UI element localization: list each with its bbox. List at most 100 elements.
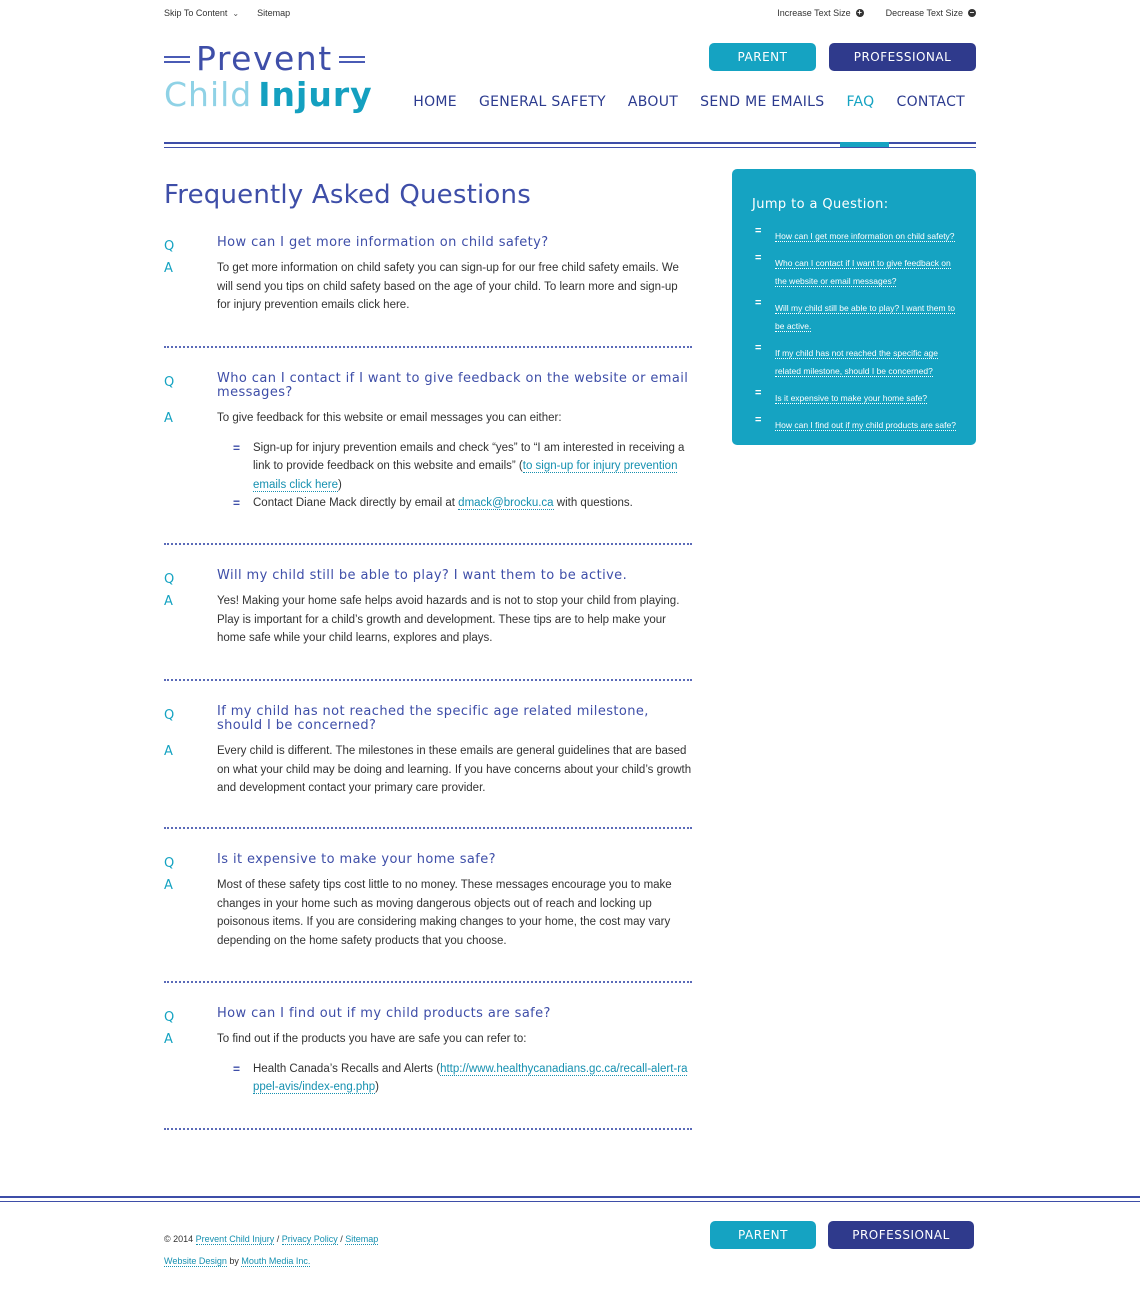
bullet-icon: = <box>755 297 762 309</box>
active-nav-indicator <box>840 142 889 147</box>
question-marker: Q <box>164 708 175 723</box>
site-name-link[interactable]: Prevent Child Injury <box>195 1234 275 1245</box>
faq-answer-row: A Yes! Making your home safe helps avoid… <box>164 592 692 648</box>
faq-question-row: Q How can I get more information on chil… <box>164 235 692 255</box>
faq-answer-row: A To find out if the products you have a… <box>164 1030 692 1097</box>
jump-link[interactable]: Is it expensive to make your home safe? <box>775 393 928 404</box>
faq-answer: Most of these safety tips cost little to… <box>217 879 672 947</box>
faq-question: How can I find out if my child products … <box>217 1006 551 1021</box>
bullet-icon: = <box>755 414 762 426</box>
agency-link[interactable]: Mouth Media Inc. <box>241 1256 311 1267</box>
sidebar-title: Jump to a Question: <box>752 197 889 212</box>
faq-answer-row: A To get more information on child safet… <box>164 259 692 315</box>
faq-item: Q How can I get more information on chil… <box>164 236 692 315</box>
question-marker: Q <box>164 239 175 254</box>
answer-bullet: = Sign-up for injury prevention emails a… <box>233 439 692 495</box>
sitemap-link[interactable]: Sitemap <box>257 8 290 18</box>
faq-item: Q If my child has not reached the specif… <box>164 705 692 798</box>
utility-bar: Skip To Content ⌄ Sitemap Increase Text … <box>164 8 976 20</box>
faq-divider <box>164 827 692 829</box>
jump-link[interactable]: How can I get more information on child … <box>775 231 955 242</box>
nav-general-safety[interactable]: GENERAL SAFETY <box>468 94 617 110</box>
footer-parent-login-button[interactable]: PARENT LOGIN <box>710 1221 816 1270</box>
footer-by-text: by <box>226 1256 242 1266</box>
answer-bullet: = Health Canada’s Recalls and Alerts (ht… <box>233 1060 692 1097</box>
faq-question: How can I get more information on child … <box>217 235 549 250</box>
footer-professional-login-button[interactable]: PROFESSIONAL LOGIN <box>828 1221 974 1270</box>
faq-item: Q How can I find out if my child product… <box>164 1007 692 1097</box>
site-logo[interactable]: Prevent Child Injury <box>164 39 372 118</box>
answer-marker: A <box>164 261 173 276</box>
faq-question: Is it expensive to make your home safe? <box>217 852 496 867</box>
header-login-buttons: PARENT LOGIN PROFESSIONAL LOGIN <box>709 43 976 92</box>
faq-question-row: Q Who can I contact if I want to give fe… <box>164 372 692 400</box>
jump-link[interactable]: If my child has not reached the specific… <box>775 348 939 377</box>
nav-send-me-emails[interactable]: SEND ME EMAILS <box>689 94 835 110</box>
nav-about[interactable]: ABOUT <box>617 94 689 110</box>
bullet-icon: = <box>233 1061 241 1076</box>
faq-question-row: Q Is it expensive to make your home safe… <box>164 852 692 872</box>
footer-separator: / <box>274 1234 282 1244</box>
minus-circle-icon: – <box>968 8 976 17</box>
faq-answer: Yes! Making your home safe helps avoid h… <box>217 595 680 644</box>
decrease-text-size-button[interactable]: Decrease Text Size – <box>886 8 976 18</box>
faq-answer-row: A To give feedback for this website or e… <box>164 409 692 513</box>
footer-sitemap-link[interactable]: Sitemap <box>345 1234 379 1245</box>
answer-marker: A <box>164 411 173 426</box>
question-marker: Q <box>164 375 175 390</box>
faq-divider <box>164 1128 692 1130</box>
website-design-link[interactable]: Website Design <box>164 1256 227 1267</box>
main-nav: HOME GENERAL SAFETY ABOUT SEND ME EMAILS… <box>402 94 976 110</box>
faq-answer: To get more information on child safety … <box>217 262 679 311</box>
decrease-text-size-label: Decrease Text Size <box>885 8 963 18</box>
jump-link[interactable]: Who can I contact if I want to give feed… <box>775 258 951 287</box>
copyright-text: © 2014 <box>164 1234 194 1244</box>
bullet-text-end: with questions. <box>553 497 633 509</box>
faq-question-row: Q How can I find out if my child product… <box>164 1006 692 1026</box>
answer-bullet: = Contact Diane Mack directly by email a… <box>233 494 692 513</box>
faq-question-row: Q If my child has not reached the specif… <box>164 705 692 733</box>
bullet-icon: = <box>755 387 762 399</box>
plus-circle-icon: + <box>855 8 864 17</box>
faq-answer-row: A Most of these safety tips cost little … <box>164 876 692 950</box>
jump-to-question-panel: Jump to a Question: = How can I get more … <box>732 169 976 445</box>
skip-to-content-link[interactable]: Skip To Content ⌄ <box>164 8 239 18</box>
footer-line-2: Website Design by Mouth Media Inc. <box>164 1250 378 1272</box>
answer-marker: A <box>164 878 173 893</box>
footer-links: © 2014 Prevent Child Injury / Privacy Po… <box>164 1228 379 1272</box>
nav-faq[interactable]: FAQ <box>835 94 885 110</box>
bullet-icon: = <box>233 496 241 510</box>
main-content: Frequently Asked Questions <box>164 180 692 210</box>
jump-item: = Who can I contact if I want to give fee… <box>752 252 956 289</box>
nav-home[interactable]: HOME <box>402 94 468 110</box>
logo-line-2: Child Injury <box>164 76 373 114</box>
logo-prevent-text: Prevent <box>196 39 333 78</box>
jump-link[interactable]: Will my child still be able to play? I w… <box>775 303 955 332</box>
faq-item: Q Will my child still be able to play? I… <box>164 569 692 648</box>
faq-item: Q Who can I contact if I want to give fe… <box>164 372 692 513</box>
increase-text-size-button[interactable]: Increase Text Size + <box>777 8 864 18</box>
logo-left-dash <box>164 55 190 63</box>
answer-marker: A <box>164 744 173 759</box>
footer-login-buttons: PARENT LOGIN PROFESSIONAL LOGIN <box>710 1221 974 1270</box>
parent-login-button[interactable]: PARENT LOGIN <box>709 43 816 92</box>
question-marker: Q <box>164 572 175 587</box>
faq-divider <box>164 981 692 983</box>
privacy-policy-link[interactable]: Privacy Policy <box>281 1234 338 1245</box>
professional-login-button[interactable]: PROFESSIONAL LOGIN <box>829 43 976 92</box>
nav-contact[interactable]: CONTACT <box>886 94 977 110</box>
jump-link[interactable]: How can I find out if my child products … <box>775 420 956 431</box>
bullet-icon: = <box>755 225 762 237</box>
footer-line-1: © 2014 Prevent Child Injury / Privacy Po… <box>164 1228 379 1250</box>
bullet-icon: = <box>233 440 241 455</box>
footer-divider <box>0 1196 1140 1202</box>
jump-item: = Will my child still be able to play? I … <box>752 297 956 334</box>
jump-item: = If my child has not reached the specifi… <box>752 342 956 379</box>
faq-divider <box>164 346 692 348</box>
bullet-icon: = <box>755 342 762 354</box>
jump-item: = How can I get more information on child… <box>752 225 956 244</box>
faq-answer: To find out if the products you have are… <box>217 1033 527 1045</box>
logo-injury-text: Injury <box>258 75 373 114</box>
logo-right-dash <box>338 55 365 63</box>
email-link[interactable]: dmack@brocku.ca <box>458 497 554 510</box>
